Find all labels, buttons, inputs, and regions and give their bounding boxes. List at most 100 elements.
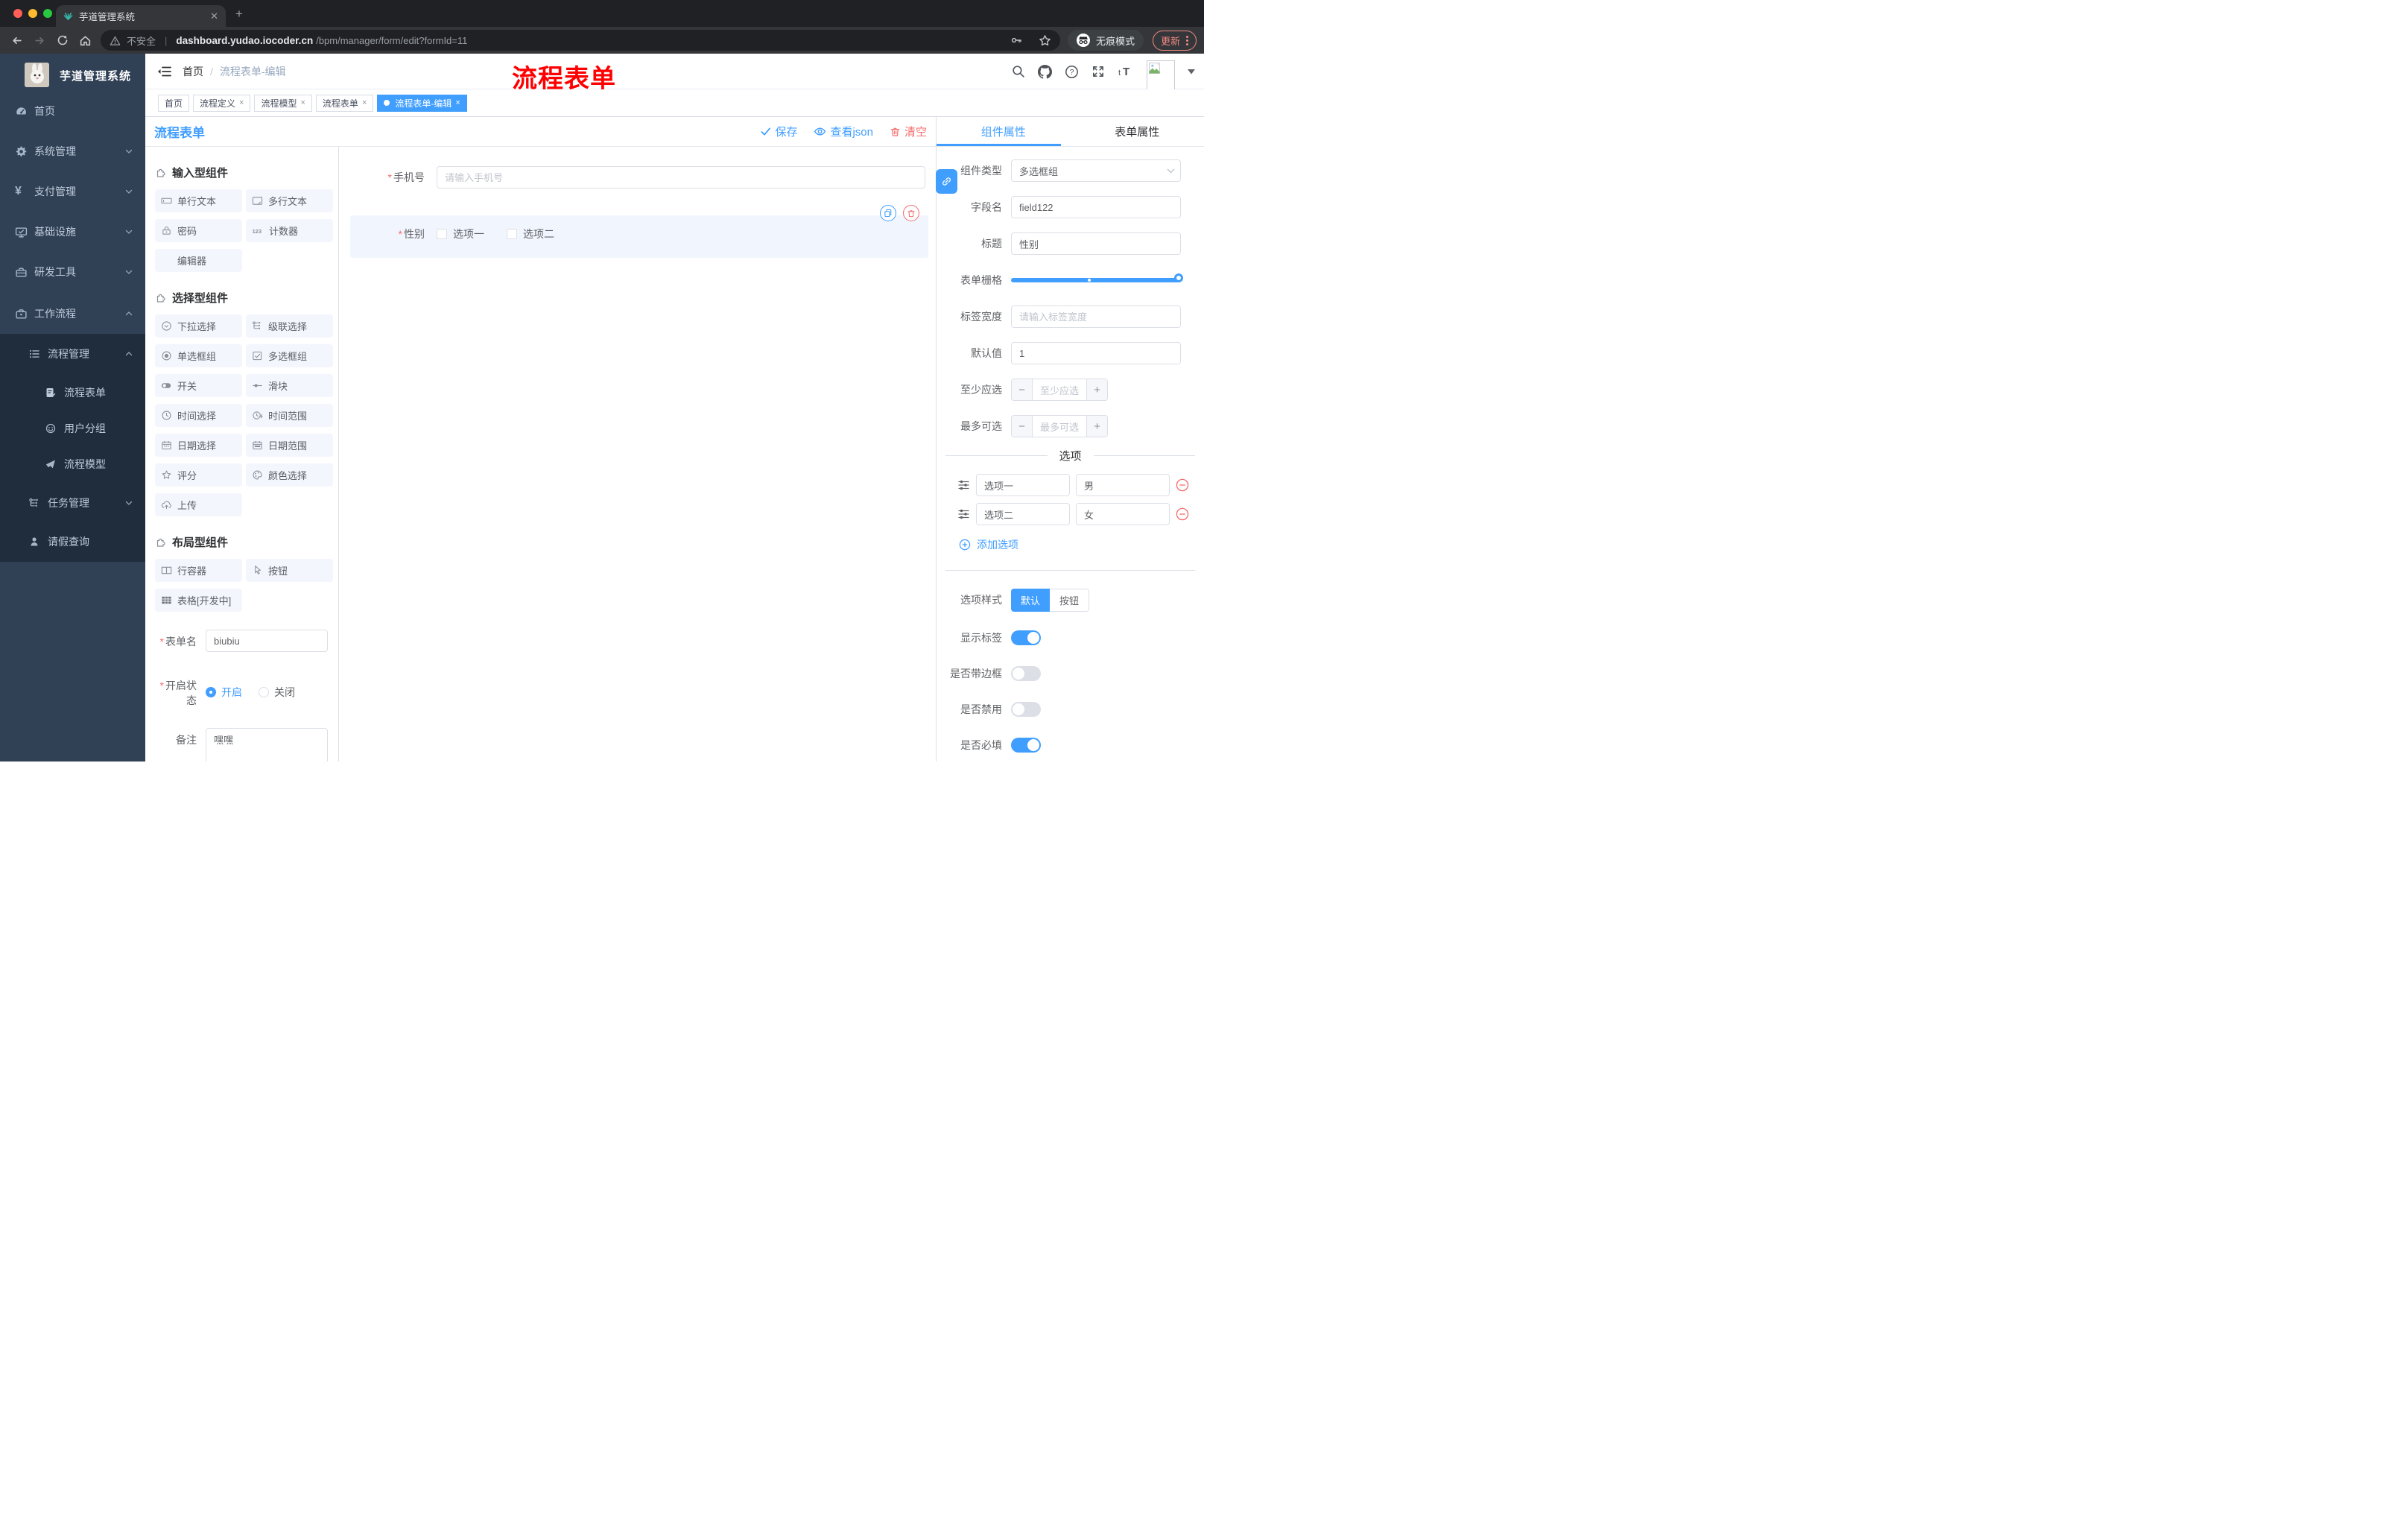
- label-width-input[interactable]: [1011, 305, 1181, 328]
- form-name-input[interactable]: [206, 630, 328, 652]
- sidebar-item-workflow[interactable]: 工作流程: [0, 294, 145, 334]
- default-value-input[interactable]: [1011, 342, 1181, 364]
- font-size-icon[interactable]: tT: [1118, 65, 1134, 78]
- increase-button[interactable]: +: [1086, 379, 1107, 400]
- palette-item-dropdown[interactable]: 下拉选择: [155, 314, 242, 338]
- increase-button[interactable]: +: [1086, 416, 1107, 437]
- grid-slider[interactable]: [1011, 269, 1183, 291]
- slider-handle[interactable]: [1174, 273, 1183, 282]
- field-name-input[interactable]: [1011, 196, 1181, 218]
- reload-button[interactable]: [57, 34, 69, 46]
- option2-value-input[interactable]: [1076, 503, 1170, 525]
- disabled-toggle[interactable]: [1011, 702, 1041, 717]
- status-on-radio[interactable]: 开启: [206, 685, 242, 700]
- comp-type-value[interactable]: [1011, 159, 1181, 182]
- sidebar-item-process-mgmt[interactable]: 流程管理: [0, 336, 145, 372]
- min-select-value[interactable]: 至少应选: [1033, 379, 1086, 400]
- doc-link-button[interactable]: [936, 169, 957, 194]
- option1-label-input[interactable]: [976, 474, 1070, 496]
- home-button[interactable]: [79, 34, 92, 47]
- palette-item-single-line-text[interactable]: 单行文本: [155, 189, 242, 212]
- sidebar-item-process-form[interactable]: 流程表单: [0, 375, 145, 411]
- window-close-button[interactable]: [13, 9, 22, 18]
- option2-label-input[interactable]: [976, 503, 1070, 525]
- selected-component-gender[interactable]: * 性别 选项一 选项二: [350, 205, 928, 258]
- new-tab-button[interactable]: +: [235, 7, 243, 20]
- search-icon[interactable]: [1012, 65, 1025, 78]
- sidebar-item-process-model[interactable]: 流程模型: [0, 446, 145, 482]
- sidebar-item-task-mgmt[interactable]: 任务管理: [0, 485, 145, 521]
- title-input[interactable]: [1011, 232, 1181, 255]
- back-button[interactable]: [10, 34, 23, 47]
- style-default-button[interactable]: 默认: [1011, 588, 1051, 612]
- decrease-button[interactable]: −: [1012, 379, 1033, 400]
- option1-value-input[interactable]: [1076, 474, 1170, 496]
- sidebar-item-leave-query[interactable]: 请假查询: [0, 524, 145, 560]
- github-icon[interactable]: [1038, 64, 1052, 79]
- tag-process-definition[interactable]: 流程定义 ×: [193, 94, 251, 112]
- palette-item-time-range[interactable]: 时间范围: [246, 404, 333, 427]
- forward-button[interactable]: [34, 34, 46, 47]
- palette-item-table[interactable]: 表格[开发中]: [155, 589, 242, 612]
- phone-field-row[interactable]: * 手机号: [339, 166, 936, 189]
- browser-tab[interactable]: 芋道管理系统 ✕: [56, 5, 226, 27]
- style-button-button[interactable]: 按钮: [1050, 588, 1090, 612]
- close-icon[interactable]: ×: [362, 98, 367, 107]
- tab-component-props[interactable]: 组件属性: [937, 117, 1071, 146]
- palette-item-counter[interactable]: 123 计数器: [246, 219, 333, 242]
- delete-component-button[interactable]: [903, 205, 919, 221]
- window-minimize-button[interactable]: [28, 9, 37, 18]
- gender-option2-checkbox[interactable]: 选项二: [507, 227, 554, 241]
- palette-item-upload[interactable]: 上传: [155, 493, 242, 516]
- palette-item-date-picker[interactable]: 日期选择: [155, 434, 242, 457]
- browser-update-button[interactable]: 更新: [1153, 30, 1197, 51]
- form-remark-textarea[interactable]: 嘿嘿: [206, 728, 328, 762]
- caret-down-icon[interactable]: [1188, 69, 1195, 75]
- comp-type-select[interactable]: [1011, 159, 1181, 182]
- palette-item-editor[interactable]: 编辑器: [155, 249, 242, 272]
- palette-item-multi-line-text[interactable]: 多行文本: [246, 189, 333, 212]
- remove-option-icon[interactable]: [1176, 478, 1189, 492]
- required-toggle[interactable]: [1011, 738, 1041, 753]
- tab-form-props[interactable]: 表单属性: [1071, 117, 1205, 146]
- tag-process-form[interactable]: 流程表单 ×: [315, 94, 374, 112]
- max-select-value[interactable]: 最多可选: [1033, 416, 1086, 437]
- palette-item-date-range[interactable]: 日期范围: [246, 434, 333, 457]
- bookmark-star-icon[interactable]: [1039, 34, 1051, 47]
- palette-item-radio-group[interactable]: 单选框组: [155, 344, 242, 367]
- sidebar-item-infra[interactable]: 基础设施: [0, 212, 145, 252]
- password-key-icon[interactable]: [1010, 34, 1022, 46]
- sidebar-item-home[interactable]: 首页: [0, 91, 145, 131]
- sidebar-collapse-icon[interactable]: [157, 65, 171, 78]
- copy-component-button[interactable]: [880, 205, 896, 221]
- sidebar-item-payment[interactable]: ¥ 支付管理: [0, 171, 145, 212]
- window-zoom-button[interactable]: [43, 9, 52, 18]
- gender-option1-checkbox[interactable]: 选项一: [437, 227, 484, 241]
- address-bar[interactable]: 不安全 | dashboard.yudao.iocoder.cn/bpm/man…: [101, 30, 1060, 51]
- palette-item-password[interactable]: 密码: [155, 219, 242, 242]
- browser-menu-icon[interactable]: [1186, 35, 1189, 45]
- sidebar-item-system[interactable]: 系统管理: [0, 131, 145, 171]
- remove-option-icon[interactable]: [1176, 507, 1189, 521]
- palette-item-row-container[interactable]: 行容器: [155, 559, 242, 582]
- breadcrumb-home[interactable]: 首页: [183, 64, 203, 79]
- help-icon[interactable]: ?: [1065, 65, 1079, 79]
- show-label-toggle[interactable]: [1011, 630, 1041, 645]
- close-icon[interactable]: ×: [239, 98, 244, 107]
- tab-close-icon[interactable]: ✕: [210, 10, 218, 22]
- tag-process-form-edit[interactable]: 流程表单-编辑 ×: [377, 94, 467, 112]
- close-icon[interactable]: ×: [300, 98, 305, 107]
- close-icon[interactable]: ×: [455, 98, 460, 107]
- sidebar-item-user-group[interactable]: 用户分组: [0, 411, 145, 446]
- drag-handle-icon[interactable]: [957, 479, 970, 491]
- sidebar-item-devtools[interactable]: 研发工具: [0, 252, 145, 292]
- tag-home[interactable]: 首页: [158, 94, 190, 112]
- status-off-radio[interactable]: 关闭: [259, 685, 295, 700]
- add-option-button[interactable]: 添加选项: [959, 537, 1204, 552]
- palette-item-button[interactable]: 按钮: [246, 559, 333, 582]
- palette-item-switch[interactable]: 开关: [155, 374, 242, 397]
- phone-field-input[interactable]: [437, 166, 925, 189]
- clear-button[interactable]: 清空: [890, 124, 927, 139]
- border-toggle[interactable]: [1011, 666, 1041, 681]
- tag-process-model[interactable]: 流程模型 ×: [254, 94, 312, 112]
